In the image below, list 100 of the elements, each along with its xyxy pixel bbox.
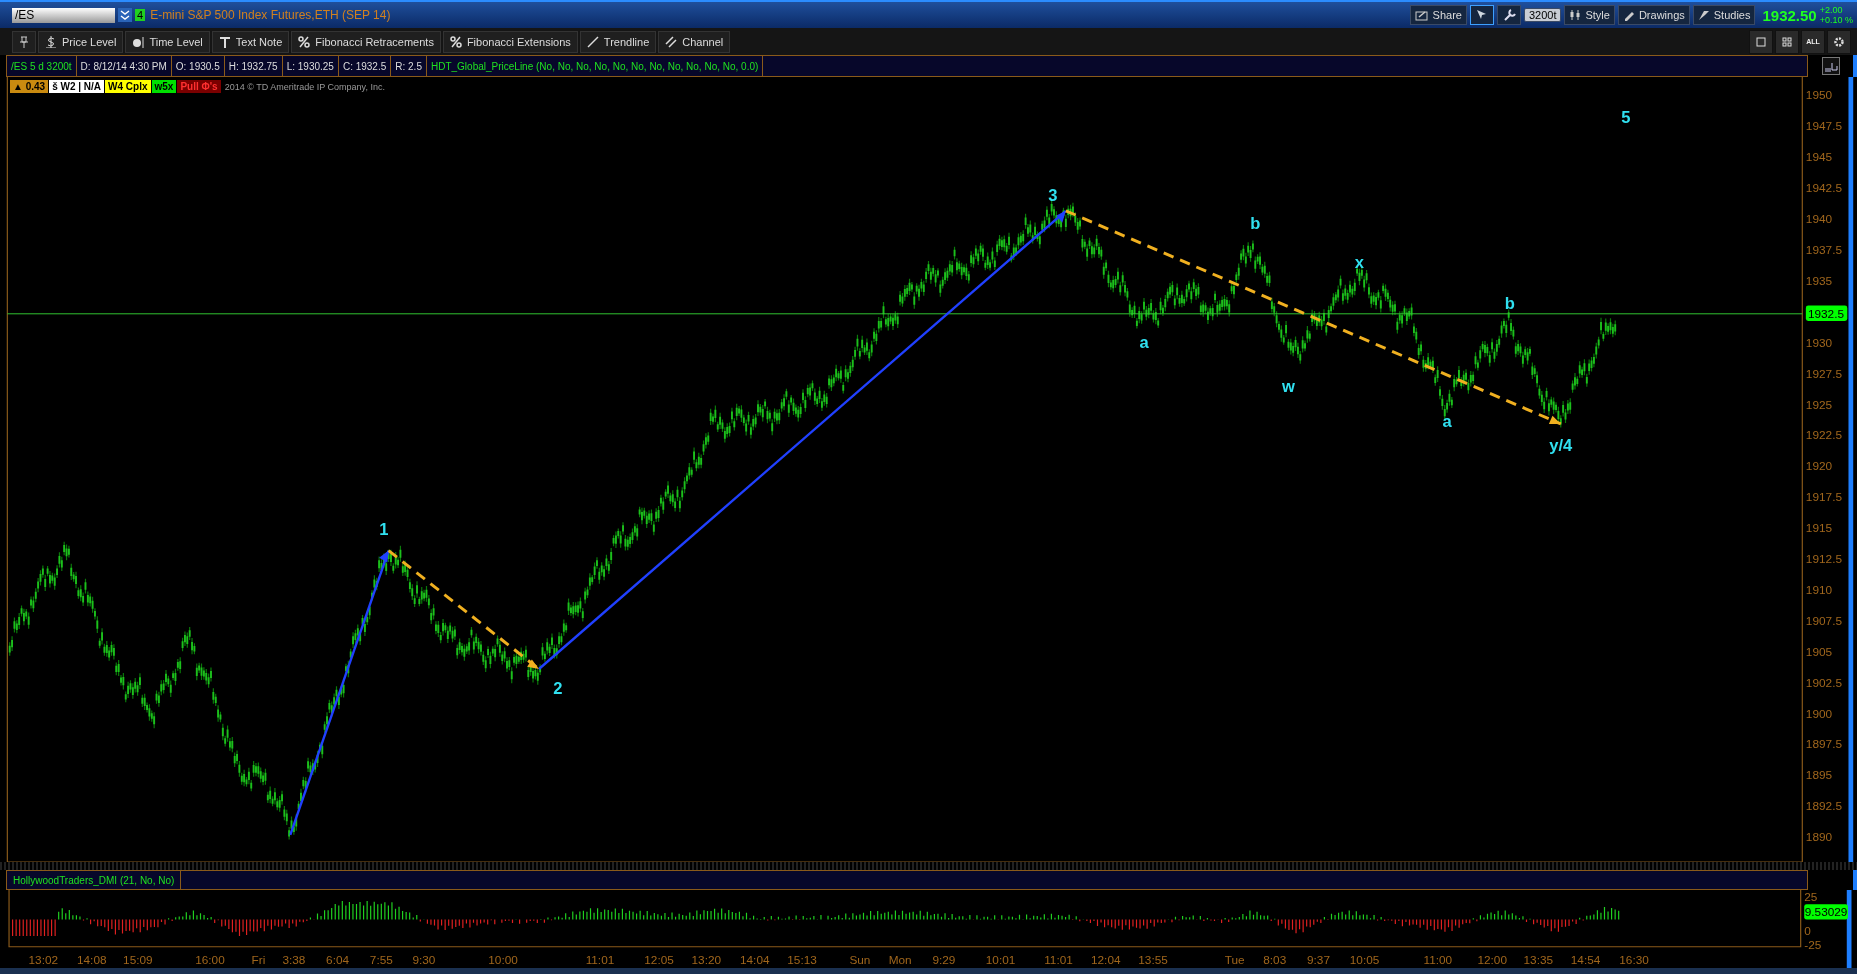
drawing-tool-button[interactable]: Fibonacci Extensions <box>442 30 578 53</box>
percent-icon <box>449 35 462 48</box>
copyright: 2014 © TD Ameritrade IP Company, Inc. <box>224 81 385 92</box>
study-badge: w5x <box>151 80 177 93</box>
price-axis-label: 1890 <box>1805 830 1833 845</box>
price-axis-label: 1902.5 <box>1805 675 1843 690</box>
price-axis-label: 1920 <box>1805 459 1833 474</box>
time-axis-label: 7:55 <box>369 953 393 968</box>
price-axis-label: 1942.5 <box>1805 181 1843 196</box>
quote-cell: O: 1930.5 <box>171 56 225 76</box>
quote-cell: H: 1932.75 <box>224 56 283 76</box>
time-axis-label: 12:05 <box>644 953 674 968</box>
drawing-tool-button[interactable]: Text Note <box>211 30 290 53</box>
aggregation-button[interactable]: 3200t <box>1523 8 1562 22</box>
price-axis-label: 1897.5 <box>1805 737 1843 752</box>
time-axis-label: 10:01 <box>985 953 1016 968</box>
grid-layout-button[interactable] <box>1775 29 1799 54</box>
time-axis-label: 13:35 <box>1523 953 1554 968</box>
time-axis-label: 13:02 <box>28 953 59 968</box>
percent-change: +0.10 % <box>1819 15 1853 25</box>
quote-cell: C: 1932.5 <box>338 56 392 76</box>
study-badge: Pull Φ's <box>177 80 221 93</box>
price-axis-label: 1900 <box>1805 706 1833 721</box>
time-axis-label: 15:13 <box>787 953 817 968</box>
pin-icon <box>19 35 29 48</box>
text-icon <box>218 35 231 48</box>
study-axis-label: 0 <box>1804 923 1811 938</box>
time-axis-label: Fri <box>251 953 266 968</box>
price-axis-label: 1905 <box>1805 644 1833 659</box>
candlestick-icon <box>1569 9 1582 21</box>
price-axis-label: 1930 <box>1805 335 1833 350</box>
time-axis-label: 9:30 <box>412 953 436 968</box>
cursor-button[interactable] <box>1469 5 1494 25</box>
link-badge[interactable]: 4 <box>135 9 146 21</box>
share-icon <box>1414 9 1429 21</box>
time-axis-label: 16:30 <box>1619 953 1649 968</box>
wave-label: x <box>1354 252 1365 272</box>
wrench-button[interactable] <box>1496 5 1521 25</box>
time-axis-label: 6:04 <box>326 953 350 968</box>
dollar-icon <box>45 35 57 48</box>
wave-label: 5 <box>1621 108 1631 128</box>
study-axis-label: -25 <box>1804 938 1822 953</box>
wave-label: 2 <box>553 678 563 698</box>
quote-cell: D: 8/12/14 4:30 PM <box>76 56 172 76</box>
price-axis-label: 1895 <box>1805 768 1833 783</box>
time-axis-label: 11:01 <box>1044 953 1073 968</box>
cursor-mode-icon[interactable] <box>1821 57 1840 75</box>
time-level-icon <box>132 35 145 48</box>
price-axis-label: 1940 <box>1805 212 1833 227</box>
price-axis-label: 1907.5 <box>1805 613 1843 628</box>
settings-button[interactable] <box>1827 29 1851 54</box>
study-label: HDT_Global_PriceLine (No, No, No, No, No, No, No, No, No, No, No, 0.0) <box>426 56 764 76</box>
time-axis-label: 16:00 <box>195 953 225 968</box>
study-badge: š W2 | N/A <box>49 80 105 93</box>
price-change: +2.00 <box>1819 5 1844 15</box>
share-button[interactable]: Share <box>1409 5 1467 25</box>
price-axis-label: 1892.5 <box>1805 799 1843 814</box>
price-axis-label: 1917.5 <box>1805 490 1843 505</box>
time-axis-label: 3:38 <box>282 953 306 968</box>
drawing-tool-button[interactable]: Channel <box>658 30 731 53</box>
time-axis-label: 9:29 <box>932 953 956 968</box>
wave-label: a <box>1139 333 1149 353</box>
time-axis-label: 13:55 <box>1138 953 1168 968</box>
quote-cell: R: 2.5 <box>391 56 427 76</box>
time-axis-label: 10:00 <box>488 953 518 968</box>
wave-label: y/4 <box>1549 436 1573 456</box>
pin-button[interactable] <box>12 30 36 53</box>
time-axis-label: 10:05 <box>1349 953 1380 968</box>
price-axis-label: 1950 <box>1805 88 1833 103</box>
studies-button[interactable]: Studies <box>1692 5 1756 25</box>
percent-icon <box>298 35 311 48</box>
time-axis-label: 14:54 <box>1570 953 1601 968</box>
drawing-tool-button[interactable]: Price Level <box>38 30 124 53</box>
quote-cell: /ES 5 d 3200t <box>7 56 77 76</box>
time-axis-label: Mon <box>888 953 912 968</box>
single-layout-button[interactable] <box>1749 29 1773 54</box>
price-axis-label: 1947.5 <box>1805 119 1843 134</box>
square-icon <box>1756 36 1766 47</box>
time-axis-label: 14:08 <box>77 953 107 968</box>
wave-label: b <box>1504 294 1515 314</box>
style-button[interactable]: Style <box>1564 5 1615 25</box>
pencil-icon <box>1622 9 1635 21</box>
drawings-button[interactable]: Drawings <box>1617 5 1690 25</box>
dropdown-icon[interactable] <box>118 8 132 22</box>
time-axis-label: 12:04 <box>1091 953 1121 968</box>
drawing-tool-button[interactable]: Fibonacci Retracements <box>291 30 441 53</box>
time-axis-label: 11:01 <box>585 953 615 968</box>
last-price: 1932.50 <box>1762 6 1817 24</box>
drawing-tool-button[interactable]: Trendline <box>579 30 657 53</box>
time-axis-label: 15:09 <box>123 953 153 968</box>
price-axis-label: 1910 <box>1805 582 1833 597</box>
study-title: HollywoodTraders_DMI (21, No, No) <box>7 871 182 889</box>
symbol-field[interactable]: /ES <box>12 7 115 23</box>
time-axis-label: 11:00 <box>1423 953 1453 968</box>
time-axis-label: Tue <box>1224 953 1245 968</box>
window-title: E-mini S&P 500 Index Futures,ETH (SEP 14) <box>150 8 391 22</box>
price-axis-label: 1935 <box>1805 273 1833 288</box>
drawing-tool-button[interactable]: Time Level <box>125 30 210 53</box>
price-axis-label: 1937.5 <box>1805 243 1843 257</box>
time-axis-label: 13:20 <box>691 953 722 968</box>
